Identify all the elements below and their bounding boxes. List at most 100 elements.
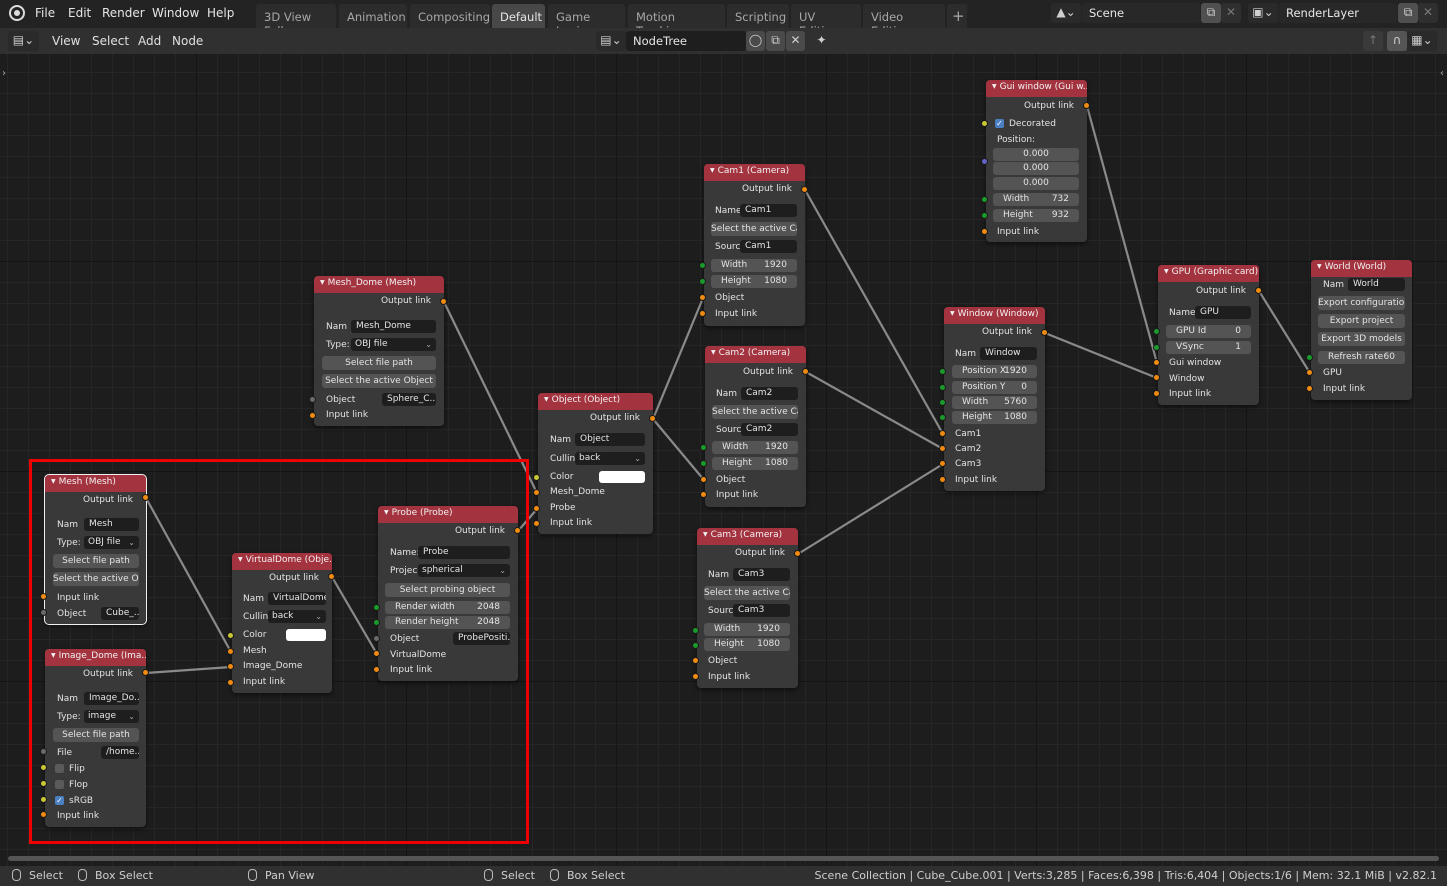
file-field[interactable]: /home..: [101, 746, 139, 759]
socket[interactable]: [1153, 328, 1160, 335]
socket[interactable]: [700, 460, 707, 467]
fake-user-shield-icon[interactable]: ◯: [746, 31, 765, 51]
collapse-icon[interactable]: ▼: [51, 478, 56, 485]
socket[interactable]: [309, 396, 316, 403]
decorated-checkbox[interactable]: ✓: [995, 119, 1004, 128]
node-header[interactable]: ▼ Image_Dome (Ima..: [45, 649, 146, 666]
projection-dropdown[interactable]: spherical ⌄: [418, 564, 510, 577]
object-field[interactable]: Sphere_C..: [382, 393, 436, 406]
select-probing-object-button[interactable]: Select probing object: [385, 583, 510, 597]
socket[interactable]: [533, 474, 540, 481]
collapse-icon[interactable]: ▼: [1164, 268, 1169, 275]
socket[interactable]: [939, 460, 946, 467]
socket[interactable]: [1153, 344, 1160, 351]
node-tree-type-icon[interactable]: ▤⌄: [596, 31, 626, 51]
source-field[interactable]: Cam2: [741, 423, 798, 436]
socket[interactable]: [692, 657, 699, 664]
node-header[interactable]: ▼ VirtualDome (Obje..: [232, 553, 332, 570]
name-field[interactable]: Mesh: [84, 518, 139, 531]
node-header[interactable]: ▼ GPU (Graphic card): [1158, 265, 1259, 282]
collapse-icon[interactable]: ▼: [992, 83, 997, 90]
blender-logo-icon[interactable]: [9, 5, 25, 21]
socket[interactable]: [328, 573, 335, 580]
export-project-button[interactable]: Export project: [1318, 314, 1405, 328]
menu-add[interactable]: Add: [138, 34, 161, 48]
select-active-camera-button[interactable]: Select the active Ca..: [711, 222, 797, 236]
export-3d-models-button[interactable]: Export 3D models: [1318, 332, 1405, 346]
node-header[interactable]: ▼ Mesh (Mesh): [45, 475, 146, 492]
srgb-checkbox[interactable]: ✓: [55, 796, 64, 805]
socket[interactable]: [40, 811, 47, 818]
socket[interactable]: [1153, 374, 1160, 381]
select-active-object-button[interactable]: Select the active Object: [322, 374, 436, 388]
socket[interactable]: [692, 627, 699, 634]
name-field[interactable]: Mesh_Dome: [351, 320, 436, 333]
node-gpu[interactable]: ▼ GPU (Graphic card) Output link Name GPU …: [1158, 265, 1259, 405]
vsync-field[interactable]: VSync 1: [1166, 341, 1251, 354]
socket[interactable]: [1041, 329, 1048, 336]
select-file-path-button[interactable]: Select file path: [53, 554, 139, 568]
snap-grid-icon[interactable]: ▦⌄: [1407, 31, 1437, 51]
name-field[interactable]: Cam1: [740, 204, 797, 217]
menu-window[interactable]: Window: [152, 6, 199, 20]
socket[interactable]: [40, 796, 47, 803]
socket[interactable]: [1306, 354, 1313, 361]
color-swatch[interactable]: [286, 629, 326, 641]
node-header[interactable]: ▼ Cam1 (Camera): [704, 164, 805, 181]
socket[interactable]: [692, 673, 699, 680]
name-field[interactable]: Image_Do..: [84, 692, 139, 705]
select-file-path-button[interactable]: Select file path: [53, 728, 139, 742]
width-field[interactable]: Width 1920: [704, 623, 790, 636]
socket[interactable]: [1153, 390, 1160, 397]
node-tree-field[interactable]: NodeTree: [626, 31, 746, 51]
flop-checkbox[interactable]: [55, 780, 64, 789]
socket[interactable]: [1083, 102, 1090, 109]
node-window[interactable]: ▼ Window (Window) Output link Nam Window P…: [944, 307, 1045, 491]
collapse-icon[interactable]: ▼: [1317, 263, 1322, 270]
position-y-field[interactable]: Position Y0: [952, 381, 1037, 394]
node-cam2[interactable]: ▼ Cam2 (Camera) Output link Nam Cam2 Selec…: [705, 346, 806, 507]
width-field[interactable]: Width 732: [993, 193, 1079, 206]
socket[interactable]: [373, 650, 380, 657]
tab-animation[interactable]: Animation: [339, 4, 407, 28]
flip-checkbox[interactable]: [55, 764, 64, 773]
socket[interactable]: [40, 780, 47, 787]
socket[interactable]: [40, 748, 47, 755]
position-z-field[interactable]: 0.000: [993, 177, 1079, 190]
socket[interactable]: [373, 604, 380, 611]
render-width-field[interactable]: Render width 2048: [385, 601, 510, 614]
node-editor-icon[interactable]: ▤⌄: [8, 31, 39, 51]
object-field[interactable]: Cube_..: [101, 607, 139, 620]
source-field[interactable]: Cam1: [740, 240, 797, 253]
collapse-icon[interactable]: ▼: [950, 310, 955, 317]
socket[interactable]: [227, 648, 234, 655]
type-dropdown[interactable]: OBJ file ⌄: [351, 338, 436, 351]
tab-scripting[interactable]: Scripting: [727, 4, 789, 28]
node-mesh-dome[interactable]: ▼ Mesh_Dome (Mesh) Output link Nam Mesh_Do…: [314, 276, 444, 426]
name-field[interactable]: VirtualDome: [268, 592, 326, 605]
socket[interactable]: [699, 278, 706, 285]
socket[interactable]: [440, 298, 447, 305]
scene-field[interactable]: Scene: [1082, 3, 1200, 23]
export-configuration-button[interactable]: Export configuration: [1318, 296, 1405, 310]
name-field[interactable]: Probe: [418, 546, 510, 559]
height-field[interactable]: Height 1080: [712, 457, 798, 470]
collapse-icon[interactable]: ▼: [710, 167, 715, 174]
socket[interactable]: [692, 642, 699, 649]
tab-motion-tracking[interactable]: Motion Tracking: [628, 4, 725, 38]
socket[interactable]: [802, 368, 809, 375]
socket[interactable]: [227, 632, 234, 639]
name-field[interactable]: Cam3: [733, 568, 790, 581]
height-field[interactable]: Height 932: [993, 209, 1079, 222]
tab-game-logic[interactable]: Game Logic: [548, 4, 625, 38]
name-field[interactable]: Cam2: [741, 387, 798, 400]
node-header[interactable]: ▼ Gui window (Gui w..: [986, 80, 1087, 97]
socket[interactable]: [514, 527, 521, 534]
height-field[interactable]: Height 1080: [704, 638, 790, 651]
position-y-field[interactable]: 0.000: [993, 162, 1079, 175]
select-file-path-button[interactable]: Select file path: [322, 356, 436, 370]
select-active-camera-button[interactable]: Select the active Ca..: [712, 405, 798, 419]
socket[interactable]: [939, 430, 946, 437]
height-field[interactable]: Height 1080: [711, 275, 797, 288]
menu-edit[interactable]: Edit: [68, 6, 91, 20]
